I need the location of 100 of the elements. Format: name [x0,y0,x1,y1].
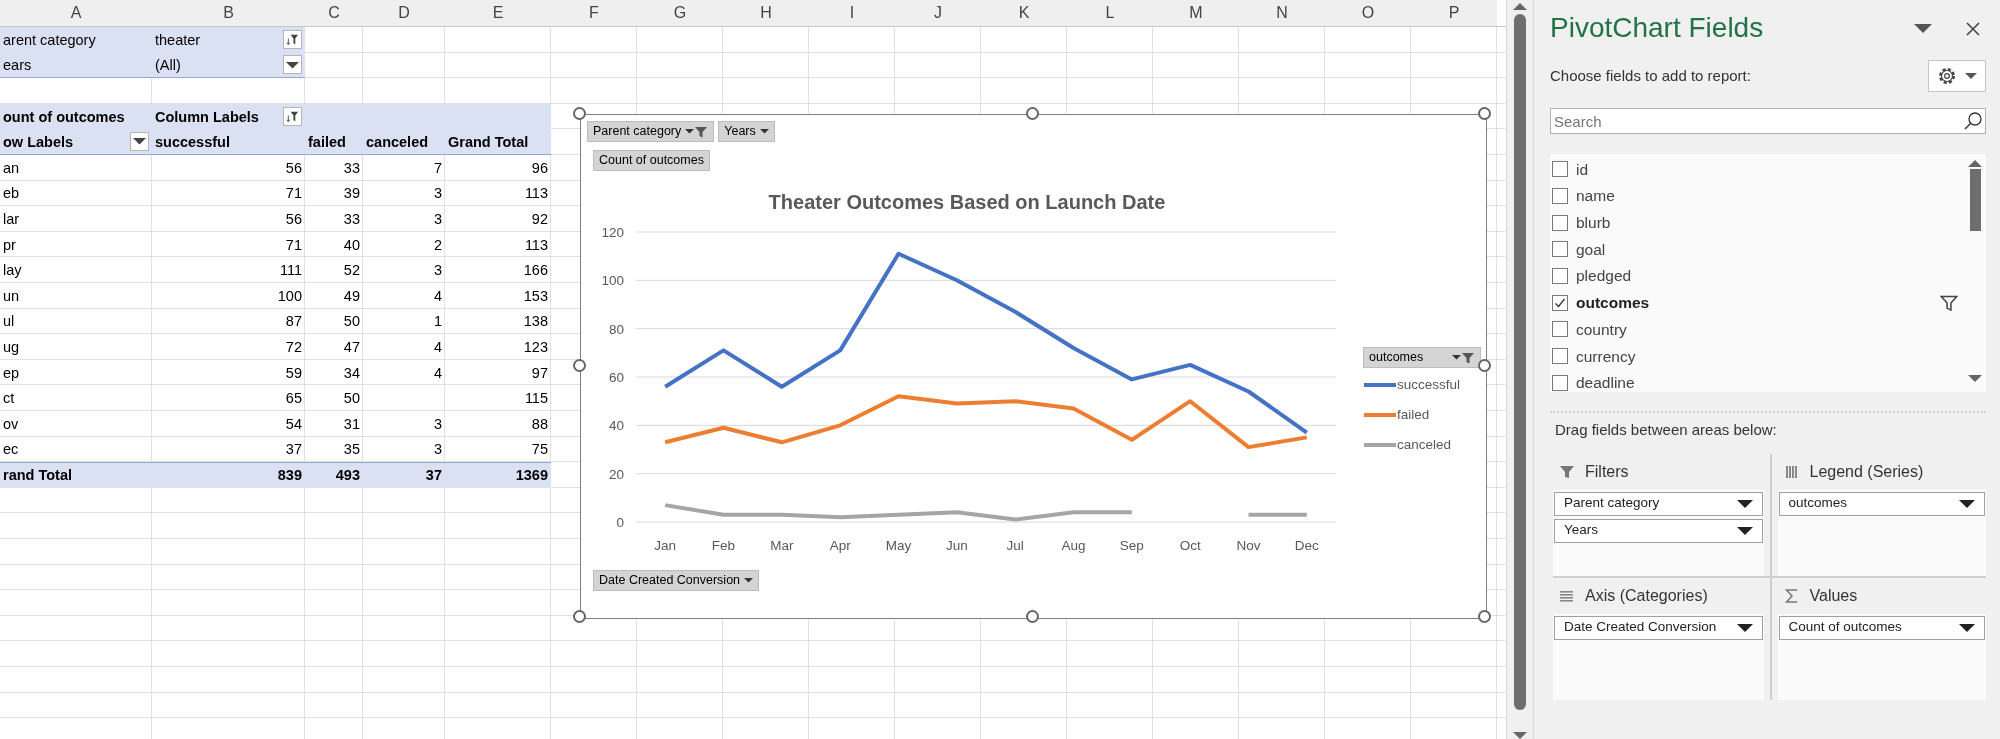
column-labels-button[interactable] [283,107,302,127]
scrollbar[interactable] [1506,0,1533,739]
table-cell-text: 1 [432,312,443,332]
filter-dropdown-button[interactable] [283,30,302,50]
column-header[interactable]: B [152,0,305,27]
table-cell-text: 87 [284,312,303,332]
area-field-button[interactable]: Count of outcomes [1778,615,1985,640]
column-header[interactable]: O [1325,0,1411,27]
scroll-down-icon [1513,732,1527,739]
scrollbar-thumb[interactable] [1514,14,1526,710]
legend-label: failed [1397,405,1430,424]
pivot-header: ount of outcomes [0,103,152,130]
axis-tick-label: Feb [711,538,736,553]
area-field-button[interactable]: Parent category [1554,491,1763,516]
field-label[interactable]: id [1576,157,1589,181]
checkbox[interactable] [1552,214,1568,231]
checkbox[interactable] [1552,188,1568,205]
column-header[interactable]: E [445,0,551,27]
table-cell-text: 3 [432,261,443,281]
row-label: lay [2,261,23,281]
field-label[interactable]: outcomes [1576,291,1650,315]
column-header[interactable]: M [1153,0,1239,27]
column-header-cell: Grand Total [445,129,551,155]
grand-total-cell: 37 [363,462,445,488]
resize-handle[interactable] [1478,610,1491,623]
table-cell-text: 2 [432,235,443,255]
resize-handle[interactable] [573,610,586,623]
axis-tick-label: Sep [1119,538,1144,553]
axis-tick-label: 60 [608,370,624,385]
resize-handle[interactable] [1025,107,1039,120]
column-header[interactable]: H [723,0,809,27]
resize-handle[interactable] [1478,358,1491,372]
scroll-up-icon [1968,160,1982,167]
table-cell-text: 3 [432,414,443,434]
column-header[interactable]: G [637,0,723,27]
row-label: ep [2,363,21,383]
checkbox[interactable] [1552,348,1568,365]
checkbox[interactable] [1552,294,1568,311]
column-header[interactable]: P [1411,0,1497,27]
field-label[interactable]: goal [1576,237,1606,262]
column-header[interactable]: N [1239,0,1325,27]
area-field-button[interactable]: Years [1554,518,1763,543]
field-label[interactable]: country [1576,317,1627,342]
filter-field-button[interactable]: Years [718,121,775,142]
row-label: ec [2,440,20,460]
axis-tick-label: 100 [601,273,624,289]
table-cell-text: 72 [284,337,303,357]
checkbox[interactable] [1552,268,1568,285]
axis-field-button[interactable]: Date Created Conversion [593,570,760,591]
caret-icon [744,578,754,583]
legend-field-button[interactable]: outcomes [1363,347,1481,368]
column-header[interactable]: D [363,0,445,27]
column-header-cell: failed [305,129,363,155]
table-cell-text: 56 [284,158,303,178]
column-header[interactable]: L [1067,0,1153,27]
search-icon [1963,111,1983,131]
row-labels-button[interactable] [130,132,149,152]
area-field-button[interactable]: Date Created Conversion [1554,615,1763,640]
grand-total-label: rand Total [0,462,152,488]
filter-value: theater [155,30,201,50]
value-field-button[interactable]: Count of outcomes [593,150,710,171]
checkbox[interactable] [1552,374,1568,391]
table-cell-text: 138 [522,312,549,332]
resize-handle[interactable] [1025,610,1039,623]
field-label[interactable]: currency [1576,344,1636,368]
filter-value: (All) [155,55,181,75]
column-header[interactable]: I [809,0,895,27]
axis-tick-label: 40 [608,418,624,434]
table-cell-text: 3 [432,440,443,460]
column-header[interactable]: K [981,0,1067,27]
settings-button[interactable] [1928,60,1986,92]
field-label[interactable]: deadline [1576,371,1635,392]
checkbox[interactable] [1552,321,1568,338]
caret-icon [133,138,146,145]
field-label[interactable]: pledged [1576,264,1632,288]
column-header[interactable]: J [895,0,981,27]
caret-icon [1914,24,1932,34]
caret-icon [1959,623,1975,632]
search-field[interactable]: Search [1550,108,1986,134]
checkbox[interactable] [1552,161,1568,178]
scrollbar-thumb[interactable] [1969,169,1981,231]
row-label: ul [2,312,16,332]
field-label[interactable]: blurb [1576,211,1611,235]
filter-dropdown-button[interactable] [283,55,302,75]
area-field-button[interactable]: outcomes [1778,491,1985,516]
filter-icon [694,124,709,139]
column-header[interactable]: A [0,0,152,27]
grand-total-cell: 839 [152,462,305,488]
axis-tick-label: Jun [945,538,968,553]
table-cell-text: 88 [530,414,549,434]
filter-field-button[interactable]: Parent category [587,121,715,142]
column-header[interactable]: F [551,0,637,27]
field-label[interactable]: name [1576,184,1615,208]
axis-tick-label: Jul [1006,538,1024,553]
area-title: Legend (Series) [1809,461,1924,482]
checkbox[interactable] [1552,241,1568,258]
resize-handle[interactable] [573,107,586,120]
resize-handle[interactable] [573,358,586,372]
column-header[interactable]: C [305,0,363,27]
resize-handle[interactable] [1478,107,1491,120]
